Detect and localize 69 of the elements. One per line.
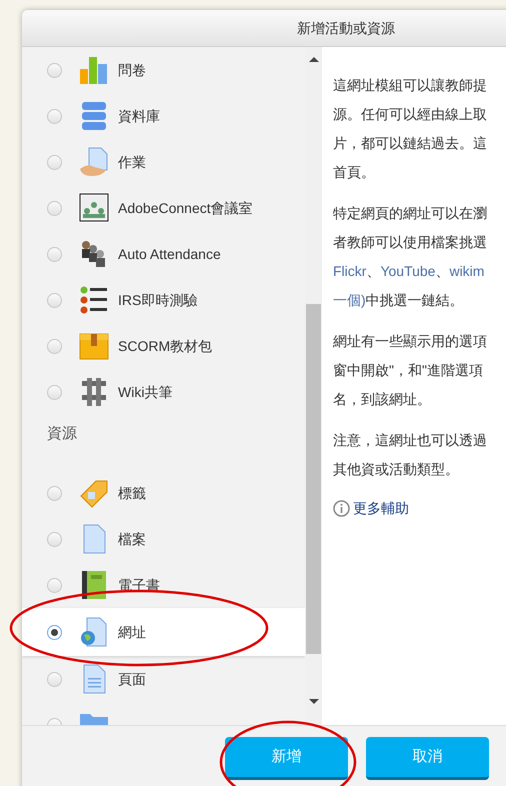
tag-icon [79, 478, 109, 508]
hand-document-icon [79, 147, 109, 177]
description-text: 網址有一些顯示用的選項 [333, 332, 487, 351]
description-text: 窗中開啟"，和"進階選項 [333, 361, 483, 380]
list-item[interactable]: 作業 [22, 139, 305, 185]
link[interactable]: Flickr [333, 261, 366, 282]
item-label: 頁面 [118, 670, 146, 688]
description-text: 、 [366, 262, 380, 281]
list-item[interactable]: IRS即時測驗 [22, 277, 305, 323]
radio-button[interactable] [47, 338, 62, 354]
globe-document-icon [79, 617, 109, 647]
description-text: 、 [435, 262, 450, 281]
help-link[interactable]: 更多輔助 [353, 498, 409, 519]
item-label: AdobeConnect會議室 [118, 198, 253, 218]
item-label: Wiki共筆 [118, 382, 172, 402]
description-text: 者教師可以使用檔案挑選 [333, 233, 487, 252]
description-text: 這網址模組可以讓教師提 [333, 76, 487, 95]
radio-button[interactable] [47, 200, 62, 216]
info-icon [333, 500, 350, 517]
radio-button[interactable] [47, 108, 62, 124]
link[interactable]: 一個) [333, 290, 366, 311]
radio-button[interactable] [47, 672, 62, 686]
package-icon [79, 331, 109, 361]
item-label: IRS即時測驗 [118, 290, 198, 310]
description-text: 中挑選一鏈結。 [366, 291, 464, 310]
radio-button[interactable] [47, 154, 62, 170]
list-item[interactable]: 頁面 [22, 656, 305, 702]
radio-button[interactable] [47, 578, 62, 592]
description-text: 片，都可以鏈結過去。這 [333, 134, 487, 153]
item-label: Auto Attendance [118, 244, 221, 264]
list-item[interactable]: 網址 [22, 608, 305, 656]
book-icon [79, 570, 109, 600]
description-text: 注意，這網址也可以透過 [333, 431, 487, 450]
list-item[interactable]: Wiki共筆 [22, 369, 305, 415]
radio-button[interactable] [47, 62, 62, 78]
dialog-title: 新增活動或資源 [297, 18, 395, 38]
item-label: 作業 [118, 152, 146, 172]
radio-button[interactable] [47, 486, 62, 500]
item-label: 資料庫 [118, 106, 160, 126]
list-item[interactable]: SCORM教材包 [22, 323, 305, 369]
people-network-icon [79, 193, 109, 223]
list-item[interactable]: AdobeConnect會議室 [22, 185, 305, 231]
link[interactable]: wikim [449, 261, 484, 282]
list-icon [79, 285, 109, 315]
description-text: 名，到該網址。 [333, 390, 431, 409]
list-item[interactable]: 資料庫 [22, 93, 305, 139]
description-text: 其他資或活動類型。 [333, 460, 459, 479]
description-text: 首頁。 [333, 163, 375, 182]
item-label: 檔案 [118, 530, 146, 548]
section-heading: 資源 [47, 425, 77, 442]
list-item[interactable]: 標籤 [22, 470, 305, 516]
radio-button[interactable] [47, 624, 62, 640]
list-item[interactable]: Auto Attendance [22, 231, 305, 277]
description-text: 特定網頁的網址可以在瀏 [333, 204, 487, 223]
item-label: 網址 [118, 622, 146, 642]
radio-button[interactable] [47, 384, 62, 400]
description-text: 源。任何可以經由線上取 [333, 105, 487, 124]
bar-chart-icon [79, 55, 109, 85]
item-label: SCORM教材包 [118, 336, 212, 356]
radio-button[interactable] [47, 246, 62, 262]
link[interactable]: YouTube [380, 261, 436, 282]
list-item[interactable]: 檔案 [22, 516, 305, 562]
database-icon [79, 101, 109, 131]
item-label: 問卷 [118, 60, 146, 80]
scrollbar-thumb[interactable] [306, 304, 321, 654]
radio-button[interactable] [47, 292, 62, 308]
radio-button[interactable] [47, 532, 62, 546]
item-label: 標籤 [118, 484, 146, 502]
list-item[interactable]: 問卷 [22, 47, 305, 93]
